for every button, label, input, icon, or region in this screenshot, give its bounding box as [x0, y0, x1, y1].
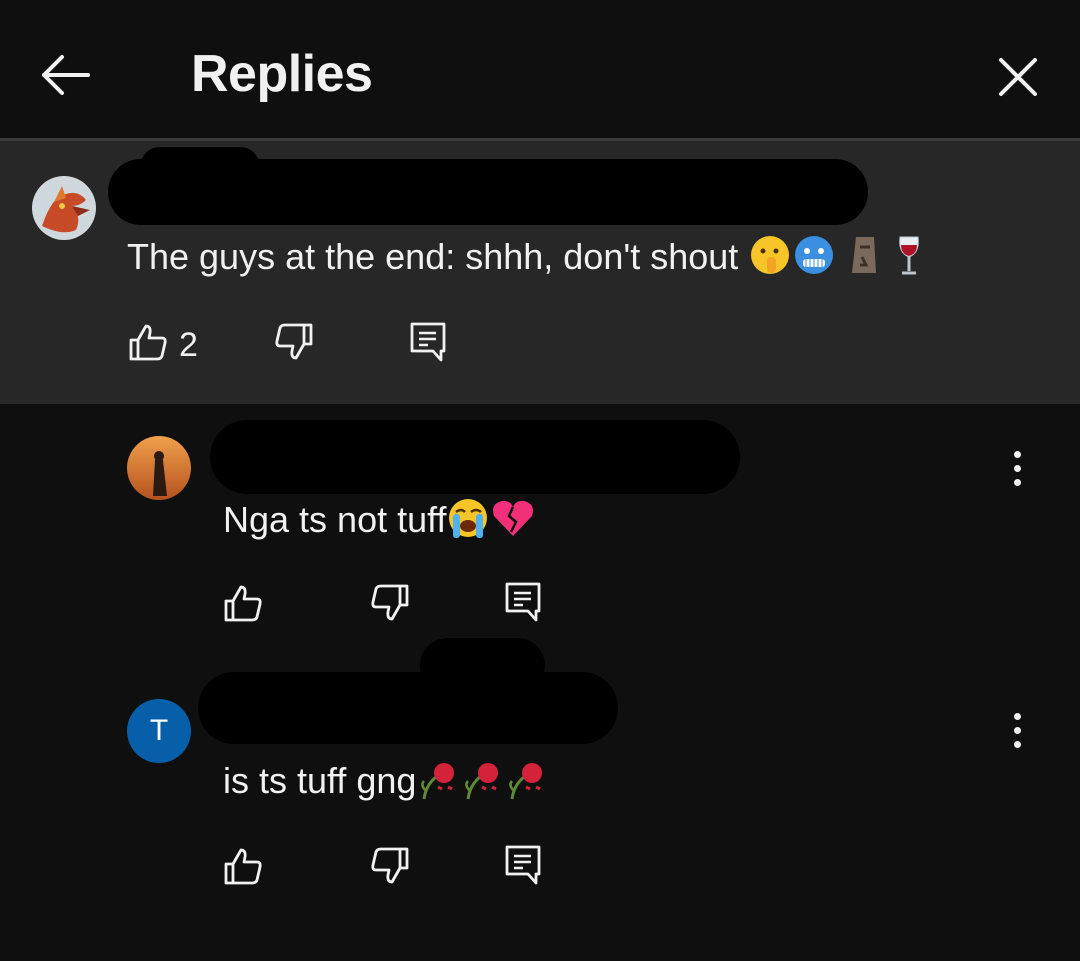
broken-heart-icon: [490, 498, 536, 547]
page-title: Replies: [191, 45, 373, 103]
dislike-button[interactable]: [370, 846, 414, 890]
wilted-flower-icon: [460, 757, 504, 810]
dislike-button[interactable]: [274, 322, 318, 366]
like-button[interactable]: [128, 322, 172, 366]
thumbs-down-icon: [371, 584, 409, 621]
wilted-flower-icon: [416, 757, 460, 810]
wilted-flower-icon: [504, 757, 548, 810]
dislike-button[interactable]: [370, 583, 414, 627]
like-count: 2: [179, 326, 198, 364]
more-options-button[interactable]: [1011, 711, 1023, 751]
back-button[interactable]: [36, 50, 94, 100]
reply-button[interactable]: [503, 843, 547, 887]
redacted-username: [198, 672, 618, 744]
avatar-letter: T: [149, 714, 169, 747]
shushing-face-icon: [748, 233, 792, 286]
thumbs-down-icon: [275, 323, 313, 360]
close-icon: [999, 58, 1037, 96]
reply-button[interactable]: [503, 580, 547, 624]
like-button[interactable]: [223, 583, 267, 627]
parent-comment: The guys at the end: shhh, don't shout 2: [0, 141, 1080, 404]
loudly-crying-face-icon: [446, 496, 490, 549]
avatar[interactable]: [127, 436, 191, 500]
comment-icon: [505, 845, 541, 885]
close-button[interactable]: [993, 52, 1043, 102]
thumbs-down-icon: [371, 847, 409, 884]
cold-face-icon: [792, 233, 836, 286]
comment-icon: [410, 322, 446, 362]
more-options-button[interactable]: [1011, 449, 1023, 489]
thumbs-up-icon: [224, 848, 262, 885]
thumbs-up-icon: [224, 585, 262, 622]
comment-body: is ts tuff gng: [223, 760, 417, 802]
avatar[interactable]: T: [127, 699, 191, 763]
like-button[interactable]: [223, 846, 267, 890]
redacted-username: [210, 420, 740, 494]
avatar[interactable]: [32, 176, 96, 240]
comment-text: is ts tuff gng: [223, 757, 548, 810]
thumbs-up-icon: [129, 324, 167, 361]
redacted-username-blot: [420, 638, 545, 693]
comment-text: Nga ts not tuff: [223, 496, 536, 549]
comment-body: Nga ts not tuff: [223, 499, 447, 541]
comment-text: The guys at the end: shhh, don't shout: [127, 233, 926, 286]
replies-header: Replies: [0, 0, 1080, 138]
comment-body: The guys at the end: shhh, don't shout: [127, 236, 739, 278]
comment-icon: [505, 582, 541, 622]
reply-button[interactable]: [408, 320, 452, 364]
moai-icon: [846, 233, 882, 286]
redacted-username-blot: [140, 147, 260, 187]
wine-glass-icon: [892, 233, 926, 286]
arrow-left-icon: [42, 55, 90, 95]
